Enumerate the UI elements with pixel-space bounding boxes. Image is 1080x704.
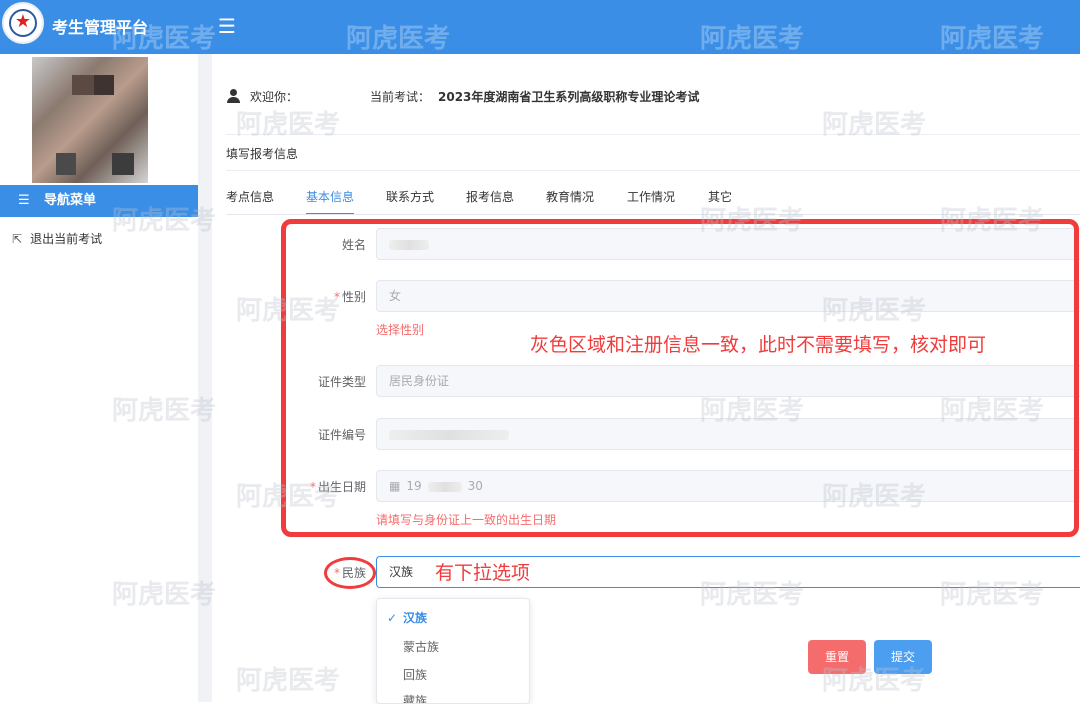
check-icon: ✓ [387, 611, 398, 625]
submit-button[interactable]: 提交 [874, 640, 932, 674]
ethnicity-dropdown: ✓ 汉族 蒙古族 回族 藏族 [376, 598, 530, 704]
annotation-gray-area-note: 灰色区域和注册信息一致，此时不需要填写，核对即可 [530, 334, 987, 356]
app-title: 考生管理平台 [52, 18, 149, 37]
annotation-ellipse [324, 557, 376, 589]
tab-work[interactable]: 工作情况 [627, 186, 675, 208]
annotation-dropdown-note: 有下拉选项 [435, 562, 531, 584]
option-tibetan[interactable]: 藏族 [377, 687, 529, 703]
nav-menu-label: 导航菜单 [44, 193, 97, 208]
avatar [32, 57, 148, 183]
sidebar: ☰ 导航菜单 ⇱ 退出当前考试 [0, 54, 199, 702]
content-gutter [198, 54, 212, 702]
sidebar-item-exit-exam[interactable]: ⇱ 退出当前考试 [12, 230, 102, 247]
tab-exam-site[interactable]: 考点信息 [226, 186, 274, 208]
tabs-divider [226, 214, 1080, 215]
user-icon [226, 89, 240, 103]
tab-contact[interactable]: 联系方式 [386, 186, 434, 208]
menu-icon: ☰ [18, 193, 30, 208]
option-hui[interactable]: 回族 [377, 661, 529, 689]
current-exam-label: 当前考试： [370, 90, 431, 104]
tab-registration[interactable]: 报考信息 [466, 186, 514, 208]
top-bar [0, 0, 1080, 54]
reset-button[interactable]: 重置 [808, 640, 866, 674]
welcome-text: 欢迎你： [250, 90, 299, 104]
tab-education[interactable]: 教育情况 [546, 186, 594, 208]
tab-other[interactable]: 其它 [708, 186, 732, 208]
annotation-box [281, 219, 1079, 537]
section-title: 填写报考信息 [226, 147, 299, 161]
exit-label: 退出当前考试 [30, 232, 103, 246]
tab-basic-info[interactable]: 基本信息 [306, 186, 354, 208]
external-link-icon: ⇱ [12, 232, 23, 246]
option-mongol[interactable]: 蒙古族 [377, 633, 529, 661]
nav-menu-header[interactable]: ☰ 导航菜单 [0, 185, 198, 217]
current-exam-name: 2023年度湖南省卫生系列高级职称专业理论考试 [438, 90, 700, 104]
logo-icon: ★ [2, 2, 44, 44]
divider [226, 134, 1080, 135]
option-han[interactable]: ✓ 汉族 [377, 604, 529, 632]
hamburger-icon[interactable]: ☰ [218, 14, 236, 38]
divider [226, 170, 1080, 171]
